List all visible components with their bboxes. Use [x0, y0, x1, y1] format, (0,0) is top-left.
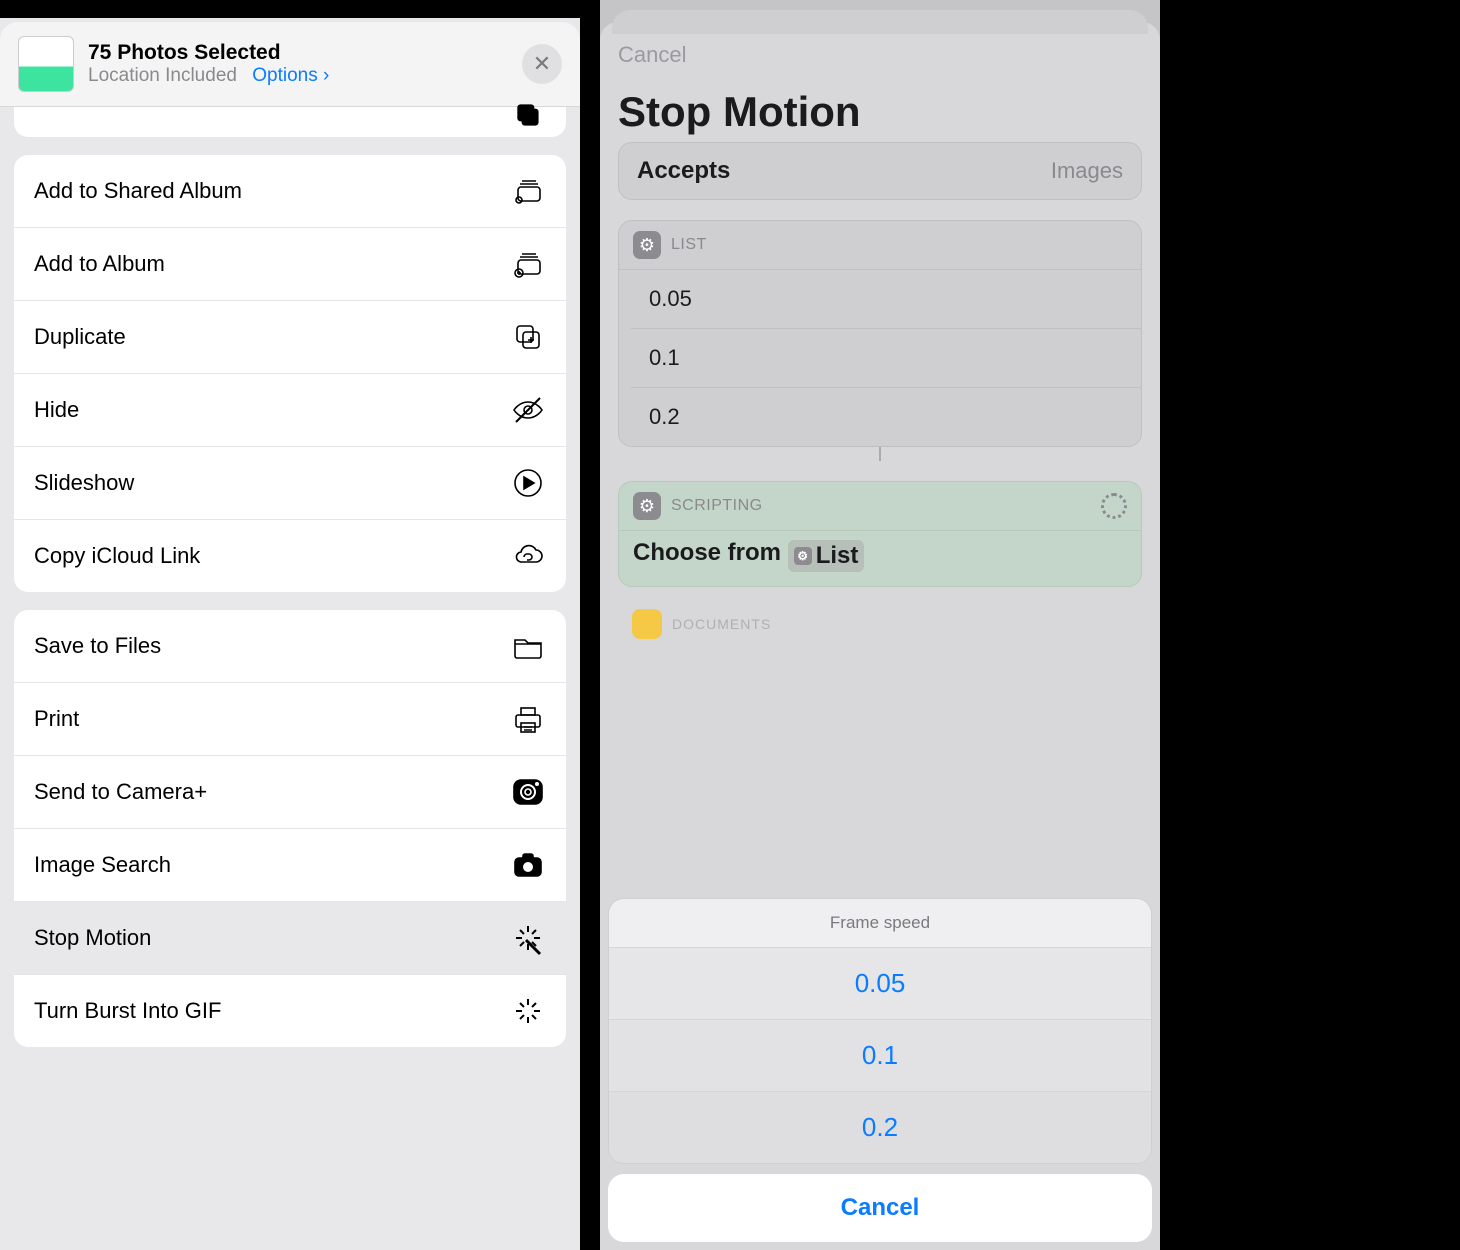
- share-sheet-panel: 75 Photos Selected Location Included Opt…: [0, 0, 580, 1250]
- selection-title: 75 Photos Selected: [88, 41, 522, 65]
- list-item[interactable]: 0.1: [631, 329, 1141, 388]
- share-action-icloud-link[interactable]: Copy iCloud Link: [14, 520, 566, 592]
- share-action-print[interactable]: Print: [14, 683, 566, 756]
- selection-subtitle: Location Included Options ›: [88, 65, 522, 87]
- block-header-label: DOCUMENTS: [672, 616, 771, 632]
- gear-icon: ⚙: [633, 231, 661, 259]
- share-action-slideshow[interactable]: Slideshow: [14, 447, 566, 520]
- list-block: ⚙ LIST 0.05 0.1 0.2: [618, 220, 1142, 447]
- share-action-add-shared-album[interactable]: Add to Shared Album: [14, 155, 566, 228]
- scripting-block: ⚙ SCRIPTING Choose from ⚙List: [618, 481, 1142, 587]
- share-group-2: Save to Files Print Send to Camera+ Imag…: [14, 610, 566, 1047]
- action-label: Copy iCloud Link: [34, 543, 200, 569]
- documents-app-icon: [632, 609, 662, 639]
- list-item[interactable]: 0.2: [631, 388, 1141, 446]
- close-icon: ✕: [533, 51, 551, 77]
- action-label: Duplicate: [34, 324, 126, 350]
- list-item[interactable]: 0.05: [631, 270, 1141, 329]
- share-action-add-album[interactable]: Add to Album: [14, 228, 566, 301]
- icloud-link-icon: [510, 538, 546, 574]
- share-action-save-files[interactable]: Save to Files: [14, 610, 566, 683]
- action-sheet-cancel[interactable]: Cancel: [608, 1174, 1152, 1242]
- camera-plus-icon: [510, 774, 546, 810]
- accepts-label: Accepts: [637, 157, 730, 185]
- connector-line: [879, 447, 881, 461]
- action-sheet-options: Frame speed 0.05 0.1 0.2: [608, 898, 1152, 1164]
- spinner-icon: [1101, 493, 1127, 519]
- action-label: Slideshow: [34, 470, 134, 496]
- gear-icon: ⚙: [794, 547, 812, 565]
- share-action-row[interactable]: [14, 107, 566, 137]
- action-sheet-title: Frame speed: [609, 899, 1151, 948]
- action-label: Print: [34, 706, 79, 732]
- variable-token[interactable]: ⚙List: [788, 540, 865, 572]
- sparkle-icon: [510, 993, 546, 1029]
- copy-icon: [512, 99, 546, 138]
- action-label: Send to Camera+: [34, 779, 207, 805]
- block-header-label: LIST: [671, 236, 707, 254]
- cancel-link[interactable]: Cancel: [618, 42, 1142, 68]
- chevron-right-icon: ›: [323, 65, 329, 86]
- share-action-hide[interactable]: Hide: [14, 374, 566, 447]
- action-sheet-option[interactable]: 0.05: [609, 948, 1151, 1020]
- options-link[interactable]: Options ›: [252, 65, 329, 86]
- action-label: Add to Album: [34, 251, 165, 277]
- shortcut-title: Stop Motion: [618, 88, 1142, 136]
- block-header-label: SCRIPTING: [671, 497, 763, 515]
- folder-icon: [510, 628, 546, 664]
- play-icon: [510, 465, 546, 501]
- share-action-stop-motion[interactable]: Stop Motion: [14, 902, 566, 975]
- choose-from-action[interactable]: Choose from ⚙List: [619, 531, 1141, 586]
- share-action-image-search[interactable]: Image Search: [14, 829, 566, 902]
- add-album-icon: [510, 246, 546, 282]
- printer-icon: [510, 701, 546, 737]
- selection-thumbnail: [18, 36, 74, 92]
- camera-icon: [510, 847, 546, 883]
- list-block-header[interactable]: ⚙ LIST: [619, 221, 1141, 270]
- accepts-value: Images: [1051, 158, 1123, 184]
- close-button[interactable]: ✕: [522, 44, 562, 84]
- action-label: Turn Burst Into GIF: [34, 998, 221, 1024]
- share-action-duplicate[interactable]: Duplicate: [14, 301, 566, 374]
- action-label: Stop Motion: [34, 925, 151, 951]
- action-sheet: Frame speed 0.05 0.1 0.2 Cancel: [608, 898, 1152, 1242]
- action-label: Image Search: [34, 852, 171, 878]
- scripting-block-header[interactable]: ⚙ SCRIPTING: [619, 482, 1141, 531]
- action-label: Hide: [34, 397, 79, 423]
- gear-icon: ⚙: [633, 492, 661, 520]
- share-action-burst-gif[interactable]: Turn Burst Into GIF: [14, 975, 566, 1047]
- action-label: Add to Shared Album: [34, 178, 242, 204]
- share-group-1: Add to Shared Album Add to Album Duplica…: [14, 155, 566, 592]
- action-sheet-option[interactable]: 0.1: [609, 1020, 1151, 1092]
- shared-album-icon: [510, 173, 546, 209]
- accepts-card[interactable]: Accepts Images: [618, 142, 1142, 200]
- share-action-send-camera-plus[interactable]: Send to Camera+: [14, 756, 566, 829]
- shortcut-detail-panel: Cancel Stop Motion Accepts Images ⚙ LIST…: [600, 0, 1160, 1250]
- hide-icon: [510, 392, 546, 428]
- action-sheet-option[interactable]: 0.2: [609, 1092, 1151, 1163]
- share-header: 75 Photos Selected Location Included Opt…: [0, 22, 580, 107]
- duplicate-icon: [510, 319, 546, 355]
- documents-block-peek: DOCUMENTS: [618, 605, 1142, 639]
- sparkle-wand-icon: [510, 920, 546, 956]
- action-label: Save to Files: [34, 633, 161, 659]
